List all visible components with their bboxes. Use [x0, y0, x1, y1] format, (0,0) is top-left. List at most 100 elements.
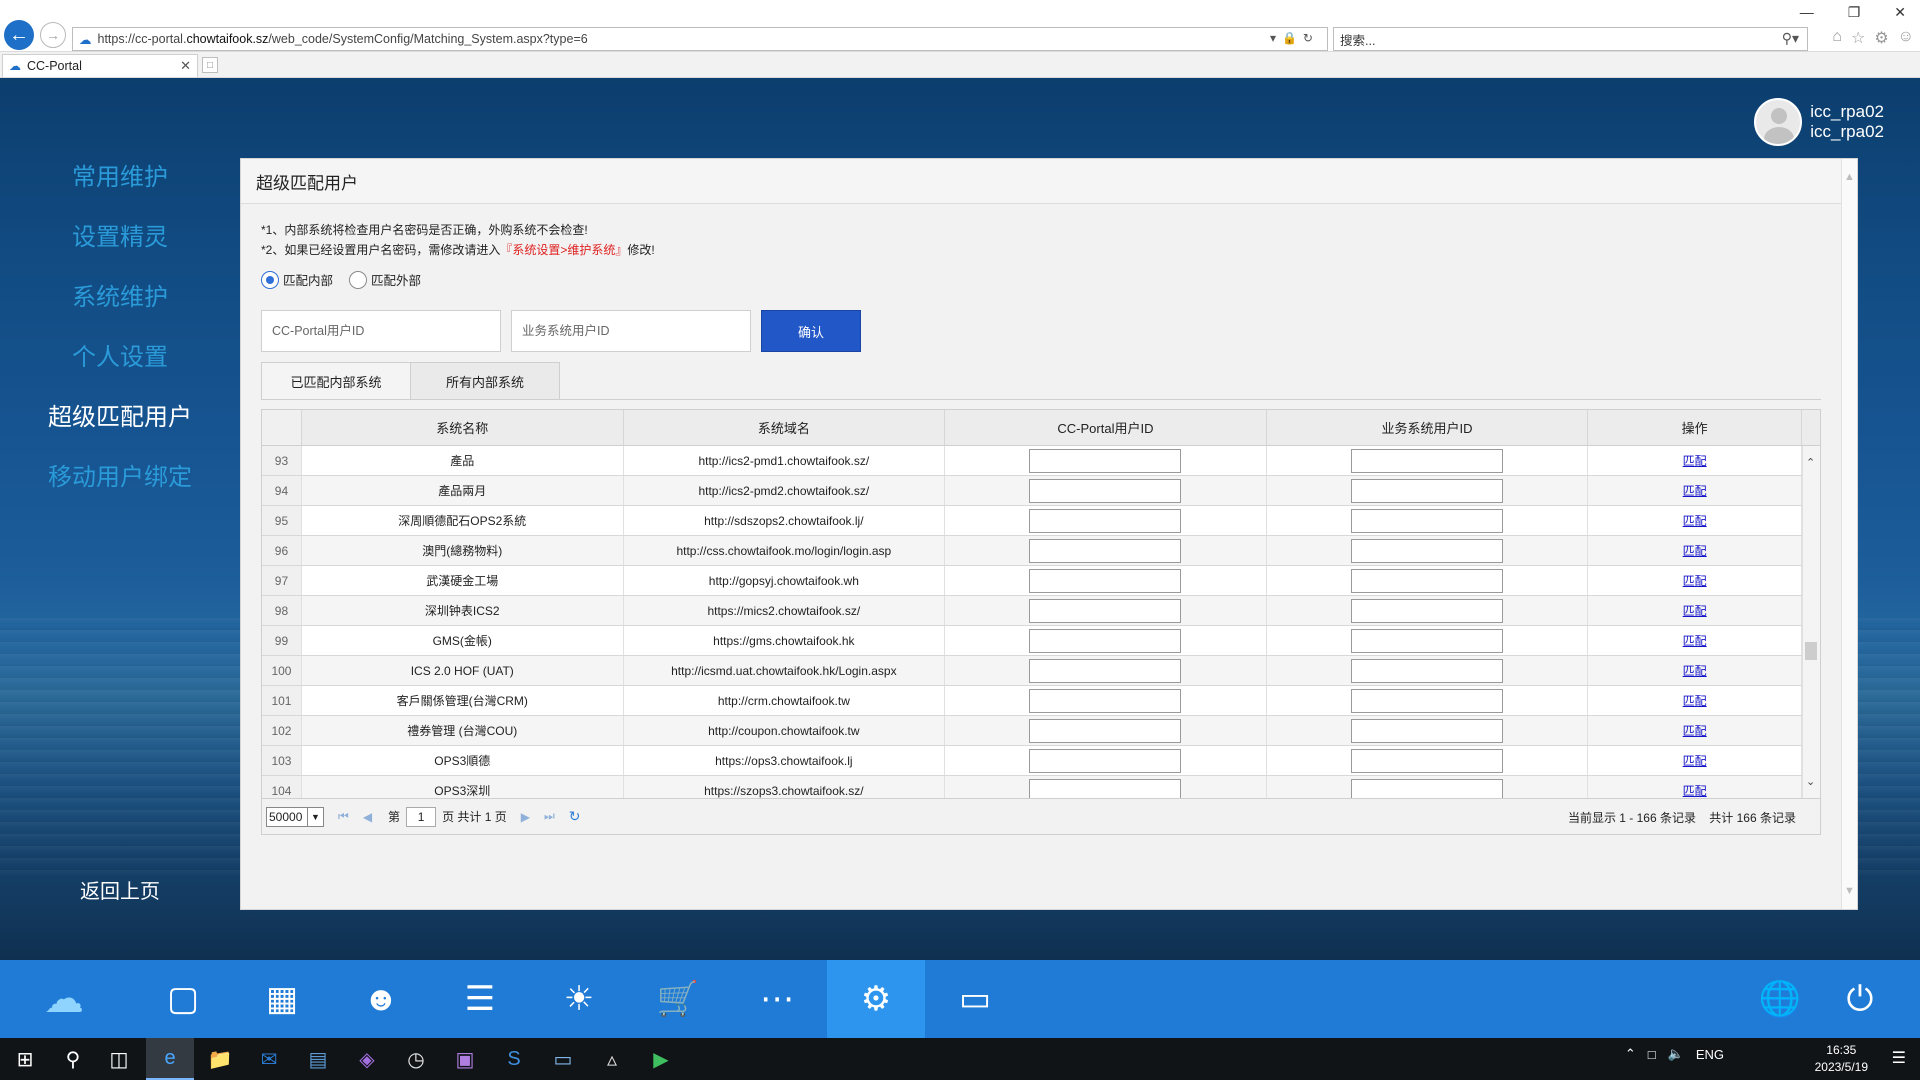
cloud-logo-icon[interactable]: ☁ — [15, 960, 113, 1038]
weather-settings-icon[interactable]: ☀ — [530, 960, 628, 1038]
chevron-down-icon[interactable]: ▼ — [1844, 885, 1855, 897]
cc-portal-id-cell-input[interactable] — [1029, 658, 1182, 683]
business-id-cell-input[interactable] — [1351, 568, 1504, 593]
radio-external[interactable]: 匹配外部 — [349, 270, 421, 289]
business-id-cell-input[interactable] — [1351, 628, 1504, 653]
match-link[interactable]: 匹配 — [1683, 542, 1707, 559]
chat-icon[interactable]: ⋯ — [728, 960, 826, 1038]
next-page-icon[interactable]: ▶ — [521, 810, 530, 824]
nav-item-personal-settings[interactable]: 个人设置 — [0, 340, 240, 400]
clock-app-icon[interactable]: ◷ — [401, 1044, 431, 1074]
cc-portal-id-cell-input[interactable] — [1029, 538, 1182, 563]
cc-portal-id-cell-input[interactable] — [1029, 688, 1182, 713]
address-bar[interactable]: ☁ https://cc-portal.chowtaifook.sz/web_c… — [72, 27, 1328, 51]
chevron-up-icon[interactable]: ⌃ — [1806, 456, 1815, 469]
cube-app-icon[interactable]: ▵ — [597, 1044, 627, 1074]
restore-icon[interactable]: ❐ — [1848, 4, 1861, 21]
panel-scrollbar[interactable]: ▲ ▼ — [1841, 159, 1857, 909]
business-id-cell-input[interactable] — [1351, 478, 1504, 503]
scroll-thumb[interactable] — [1805, 642, 1817, 660]
confirm-button[interactable]: 确认 — [761, 310, 861, 352]
user-profile[interactable]: icc_rpa02 icc_rpa02 — [1754, 98, 1884, 146]
match-link[interactable]: 匹配 — [1683, 782, 1707, 798]
nav-item-mobile-binding[interactable]: 移动用户绑定 — [0, 460, 240, 520]
radio-unchecked-icon[interactable] — [349, 270, 367, 289]
match-link[interactable]: 匹配 — [1683, 572, 1707, 589]
back-page-link[interactable]: 返回上页 — [0, 875, 240, 904]
chevron-down-icon[interactable]: ▼ — [307, 807, 323, 826]
tab-matched-systems[interactable]: 已匹配内部系统 — [261, 362, 411, 400]
search-icon[interactable]: ⚲▾ — [1782, 30, 1799, 47]
match-link[interactable]: 匹配 — [1683, 602, 1707, 619]
cc-portal-id-cell-input[interactable] — [1029, 568, 1182, 593]
remote-desktop-icon[interactable]: ▭ — [548, 1044, 578, 1074]
business-id-cell-input[interactable] — [1351, 448, 1504, 473]
match-link[interactable]: 匹配 — [1683, 632, 1707, 649]
app-s-icon[interactable]: S — [499, 1044, 529, 1074]
cc-portal-id-cell-input[interactable] — [1029, 718, 1182, 743]
notification-icon[interactable]: ☰ — [1892, 1048, 1906, 1068]
visual-studio-icon[interactable]: ◈ — [352, 1044, 382, 1074]
radio-internal[interactable]: 匹配内部 — [261, 270, 333, 289]
file-explorer-icon[interactable]: 📁 — [205, 1044, 235, 1074]
match-link[interactable]: 匹配 — [1683, 722, 1707, 739]
business-id-cell-input[interactable] — [1351, 718, 1504, 743]
chevron-down-icon[interactable]: ⌄ — [1806, 775, 1815, 788]
cc-portal-id-input[interactable] — [261, 310, 501, 352]
business-id-cell-input[interactable] — [1351, 778, 1504, 798]
outlook-icon[interactable]: ✉ — [254, 1044, 284, 1074]
volume-icon[interactable]: 🔈 — [1668, 1046, 1684, 1062]
app-window-icon[interactable]: ▤ — [303, 1044, 333, 1074]
language-indicator[interactable]: ENG — [1696, 1047, 1724, 1062]
prev-page-icon[interactable]: ◀ — [363, 810, 372, 824]
close-window-icon[interactable]: ✕ — [1894, 4, 1906, 21]
clock[interactable]: 16:35 2023/5/19 — [1815, 1042, 1868, 1076]
business-id-cell-input[interactable] — [1351, 508, 1504, 533]
finance-list-icon[interactable]: ☰ — [431, 960, 529, 1038]
power-icon[interactable]: ⏻ — [1811, 960, 1909, 1038]
first-page-icon[interactable]: ⏮ — [338, 809, 349, 824]
tab-all-systems[interactable]: 所有内部系统 — [410, 362, 560, 400]
table-scrollbar[interactable]: ⌃ ⌄ — [1802, 446, 1820, 798]
forward-button[interactable]: → — [40, 22, 66, 48]
business-id-cell-input[interactable] — [1351, 658, 1504, 683]
smiley-icon[interactable]: ☺ — [1898, 28, 1914, 48]
chevron-up-icon[interactable]: ▲ — [1844, 171, 1855, 183]
media-app-icon[interactable]: ▶ — [646, 1044, 676, 1074]
task-view-icon[interactable]: ◫ — [104, 1044, 134, 1074]
minimize-icon[interactable]: — — [1800, 4, 1814, 21]
business-id-cell-input[interactable] — [1351, 688, 1504, 713]
current-page-input[interactable]: 1 — [406, 806, 437, 827]
business-id-cell-input[interactable] — [1351, 748, 1504, 773]
business-id-cell-input[interactable] — [1351, 538, 1504, 563]
cc-portal-id-cell-input[interactable] — [1029, 748, 1182, 773]
browser-tab[interactable]: ☁ CC-Portal ✕ — [2, 54, 198, 77]
match-link[interactable]: 匹配 — [1683, 692, 1707, 709]
favorites-star-icon[interactable]: ☆ — [1851, 28, 1865, 48]
match-link[interactable]: 匹配 — [1683, 752, 1707, 769]
search-input[interactable]: 搜索... ⚲▾ — [1333, 27, 1808, 51]
nav-item-common-maintenance[interactable]: 常用维护 — [0, 160, 240, 220]
radio-checked-icon[interactable] — [261, 270, 279, 289]
back-button[interactable]: ← — [4, 20, 34, 50]
cc-portal-id-cell-input[interactable] — [1029, 628, 1182, 653]
search-icon[interactable]: ⚲ — [58, 1044, 88, 1074]
refresh-icon[interactable]: ↻ — [569, 808, 581, 825]
business-id-input[interactable] — [511, 310, 751, 352]
match-link[interactable]: 匹配 — [1683, 482, 1707, 499]
users-icon[interactable]: ☻ — [332, 960, 430, 1038]
home-icon[interactable]: ⌂ — [1832, 28, 1842, 48]
nav-item-system-maintenance[interactable]: 系统维护 — [0, 280, 240, 340]
nav-item-super-match-user[interactable]: 超级匹配用户 — [0, 400, 240, 460]
nav-item-setup-wizard[interactable]: 设置精灵 — [0, 220, 240, 280]
cc-portal-id-cell-input[interactable] — [1029, 478, 1182, 503]
windows-start-icon[interactable]: ⊞ — [10, 1044, 40, 1074]
page-size-select[interactable]: 50000 ▼ — [266, 806, 324, 827]
chevron-up-icon[interactable]: ⌃ — [1625, 1046, 1636, 1062]
gear-icon[interactable]: ⚙ — [1874, 28, 1888, 48]
cc-portal-id-cell-input[interactable] — [1029, 508, 1182, 533]
close-tab-icon[interactable]: ✕ — [180, 58, 191, 74]
business-id-cell-input[interactable] — [1351, 598, 1504, 623]
match-link[interactable]: 匹配 — [1683, 452, 1707, 469]
monitor-icon[interactable]: ▭ — [926, 960, 1024, 1038]
